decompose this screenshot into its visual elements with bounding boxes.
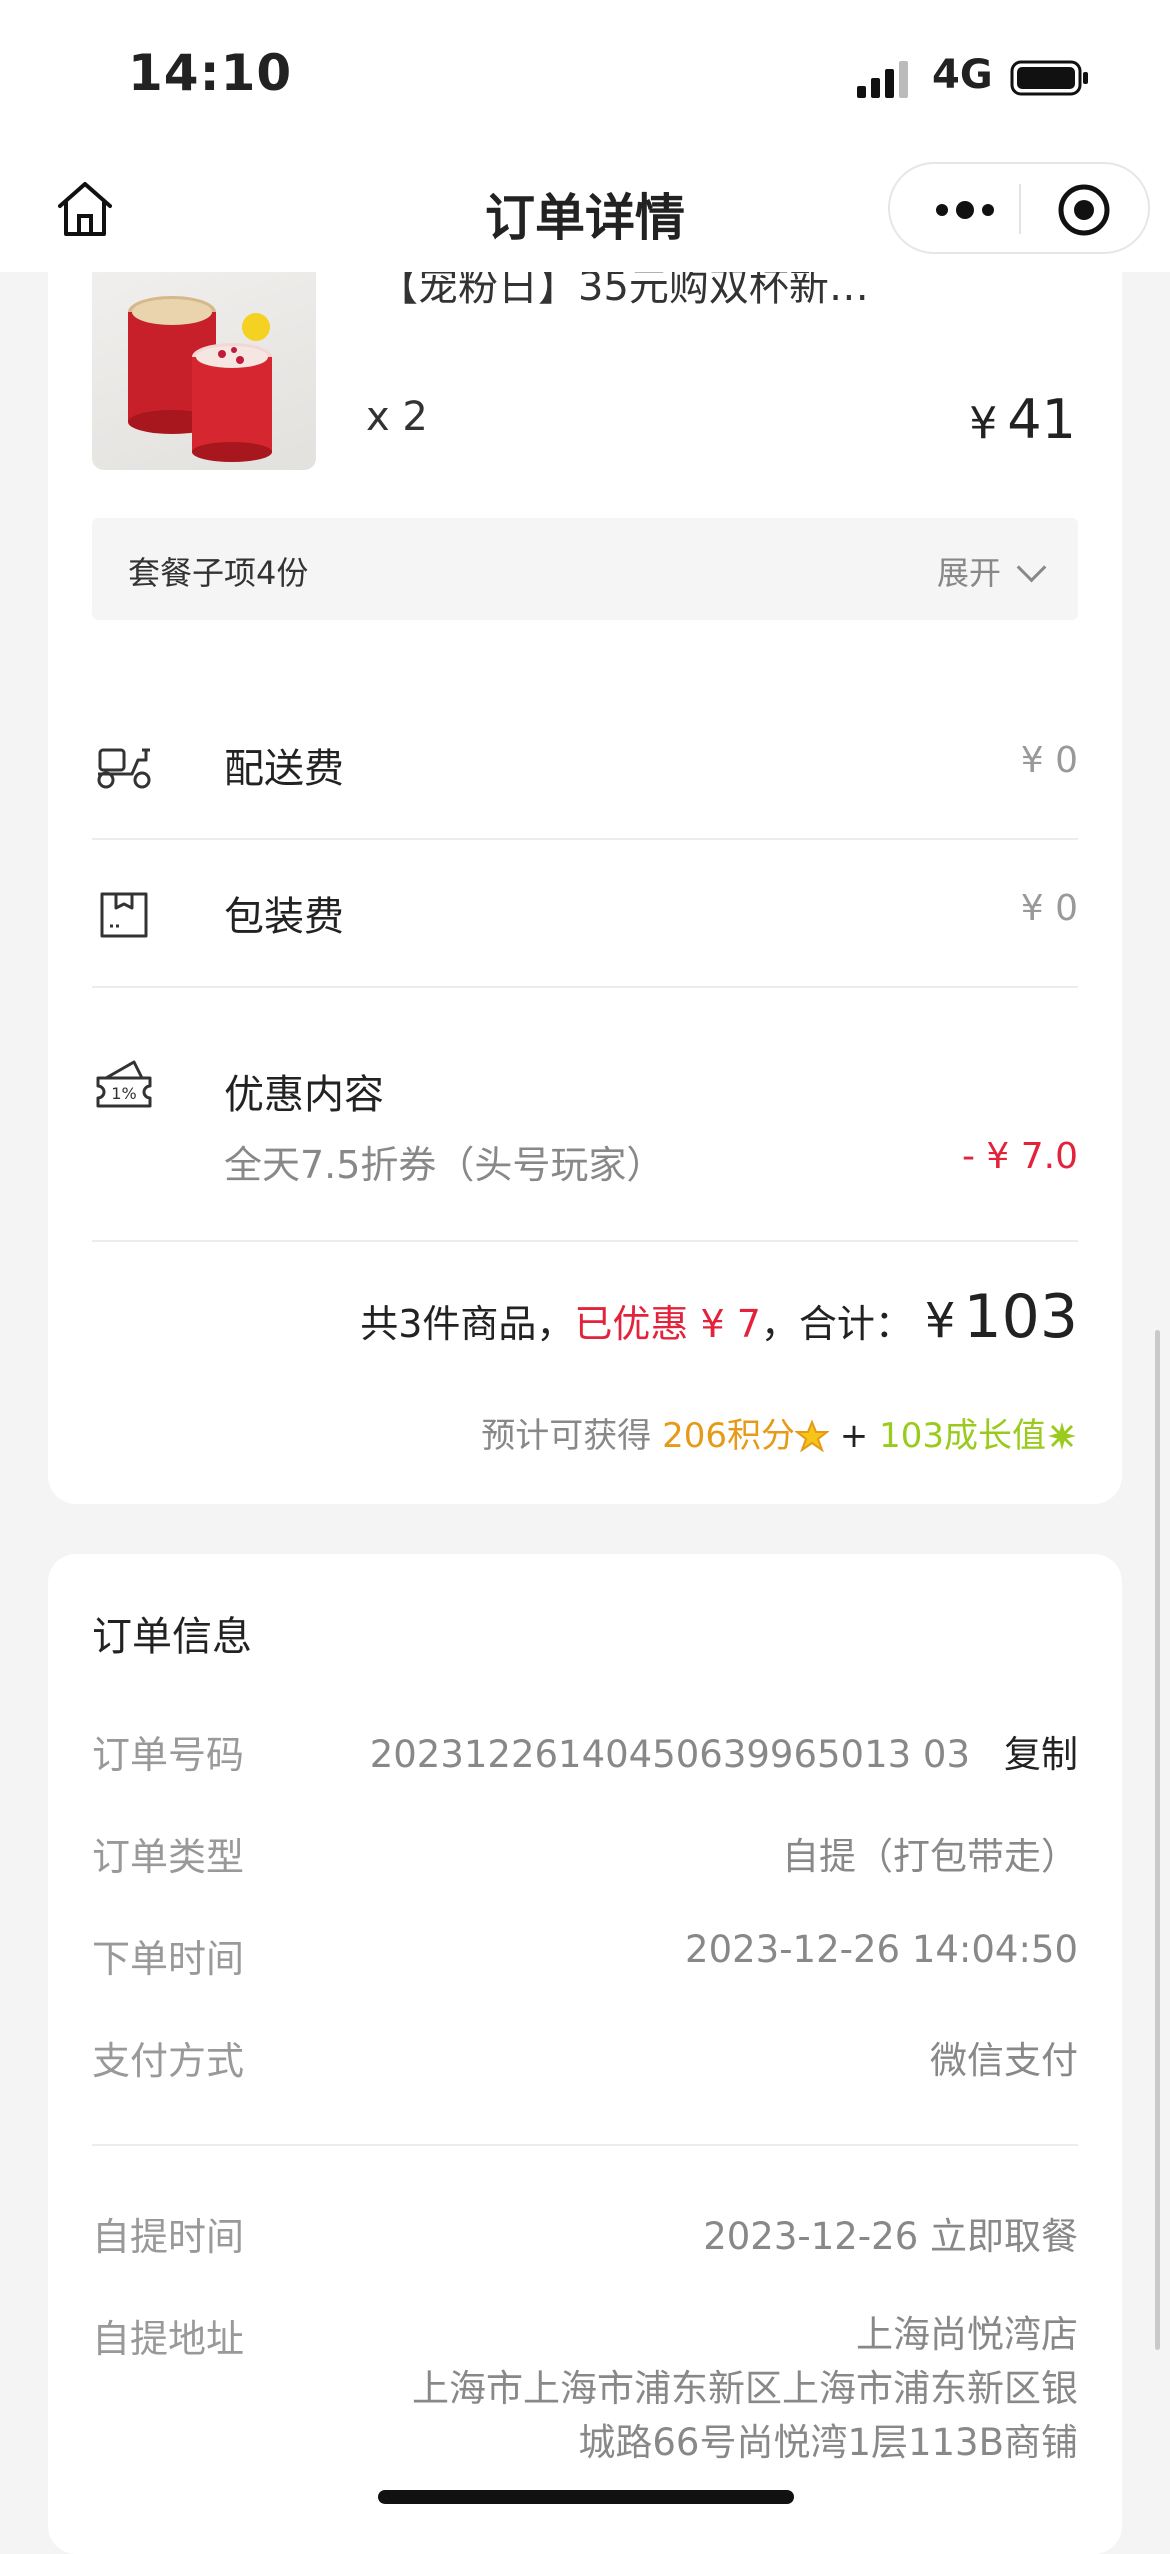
rewards-plus: + [828,1416,880,1456]
info-value: 微信支付 [930,2039,1078,2082]
info-value: 自提（打包带走） [782,1835,1078,1878]
sparkle-icon [1048,1422,1076,1450]
order-time-row: 下单时间 2023-12-26 14:04:50 [92,1928,1078,1988]
chevron-down-icon [1016,552,1047,583]
more-icon[interactable] [930,190,1000,230]
total-currency: ¥ [924,1293,956,1349]
address-line: 上海市上海市浦东新区上海市浦东新区银 [412,2367,1078,2410]
saved-amount: 已优惠 ¥ 7 [574,1302,761,1346]
order-type-row: 订单类型 自提（打包带走） [92,1826,1078,1886]
combo-items-bar[interactable]: 套餐子项4份 展开 [92,518,1078,620]
expand-label: 展开 [936,554,1001,592]
total-label: ，合计： [760,1302,913,1346]
fee-label: 包装费 [224,894,344,940]
info-label: 下单时间 [92,1937,245,1981]
info-label: 自提时间 [92,2215,245,2259]
pickup-time-row: 自提时间 2023-12-26 立即取餐 [92,2206,1078,2266]
signal-icon [857,61,908,98]
coffee-cups-image [128,296,272,462]
combo-items-label: 套餐子项4份 [128,554,309,592]
order-items-card: 【宠粉日】35元购双杯新… x 2 ¥41 套餐子项4份 展开 配送费 ¥ 0 … [48,272,1122,1504]
star-icon [794,1419,830,1453]
mini-program-capsule [888,162,1150,254]
info-label: 订单号码 [92,1733,245,1777]
expand-toggle[interactable]: 展开 [936,548,1047,594]
coupon-icon: 1% [96,1060,152,1108]
growth-earned: 103成长值 [879,1416,1046,1456]
fee-value: ¥ 0 [1020,888,1078,929]
order-number: 20231226140450639965013 03 [369,1733,970,1776]
package-icon [100,892,148,938]
battery-icon [1010,60,1088,96]
price-currency: ¥ [969,398,998,449]
info-label: 订单类型 [92,1835,245,1879]
info-divider [92,2144,1078,2146]
capsule-divider [1019,184,1021,234]
scrollbar[interactable] [1155,1330,1160,2350]
discount-value: - ¥ 7.0 [961,1136,1078,1177]
home-indicator[interactable] [378,2490,794,2504]
nav-bar: 订单详情 [0,150,1170,272]
product-quantity: x 2 [366,394,428,440]
pickup-address-row: 自提地址 上海尚悦湾店 上海市上海市浦东新区上海市浦东新区银 城路66号尚悦湾1… [92,2308,1078,2488]
target-icon[interactable] [1056,182,1112,238]
status-bar: 14:10 4G [0,0,1170,150]
product-name: 【宠粉日】35元购双杯新… [378,272,869,310]
network-type: 4G [932,52,993,98]
price-value: 41 [1007,388,1076,451]
store-name: 上海尚悦湾店 [856,2313,1078,2356]
order-info-title: 订单信息 [92,1614,252,1660]
points-earned: 206积分 [662,1416,795,1456]
order-number-row: 订单号码 20231226140450639965013 03 复制 [92,1724,1078,1784]
fee-value: ¥ 0 [1020,740,1078,781]
info-label: 自提地址 [92,2317,245,2361]
info-value: 2023-12-26 14:04:50 [685,1928,1078,1971]
pickup-address: 上海尚悦湾店 上海市上海市浦东新区上海市浦东新区银 城路66号尚悦湾1层113B… [412,2308,1078,2470]
svg-text:1%: 1% [111,1084,136,1103]
packaging-fee-row: 包装费 ¥ 0 [92,840,1078,988]
product-price: ¥41 [969,388,1076,451]
total-value: 103 [963,1282,1078,1352]
rewards-prefix: 预计可获得 [481,1416,663,1456]
info-label: 支付方式 [92,2039,245,2083]
copy-button[interactable]: 复制 [1004,1733,1078,1776]
item-count: 共3件商品， [360,1302,575,1346]
rewards-line: 预计可获得 206积分 + 103成长值 [481,1408,1078,1457]
total-amount: ¥103 [925,1282,1078,1352]
fee-label: 配送费 [224,746,344,792]
payment-method-row: 支付方式 微信支付 [92,2030,1078,2090]
info-value: 2023-12-26 立即取餐 [703,2215,1078,2258]
order-total-line: 共3件商品，已优惠 ¥ 7，合计： ¥103 [360,1282,1078,1352]
info-value: 20231226140450639965013 03 复制 [370,1724,1078,1778]
discount-row: 1% 优惠内容 全天7.5折券（头号玩家） - ¥ 7.0 [92,1018,1078,1242]
discount-detail: 全天7.5折券（头号玩家） [224,1143,665,1187]
address-line: 城路66号尚悦湾1层113B商铺 [578,2421,1078,2464]
scooter-icon [97,748,151,789]
status-time: 14:10 [128,44,293,102]
product-image[interactable] [92,272,316,470]
discount-label: 优惠内容 [224,1072,384,1118]
order-info-card: 订单信息 订单号码 20231226140450639965013 03 复制 订… [48,1554,1122,2554]
delivery-fee-row: 配送费 ¥ 0 [92,692,1078,840]
